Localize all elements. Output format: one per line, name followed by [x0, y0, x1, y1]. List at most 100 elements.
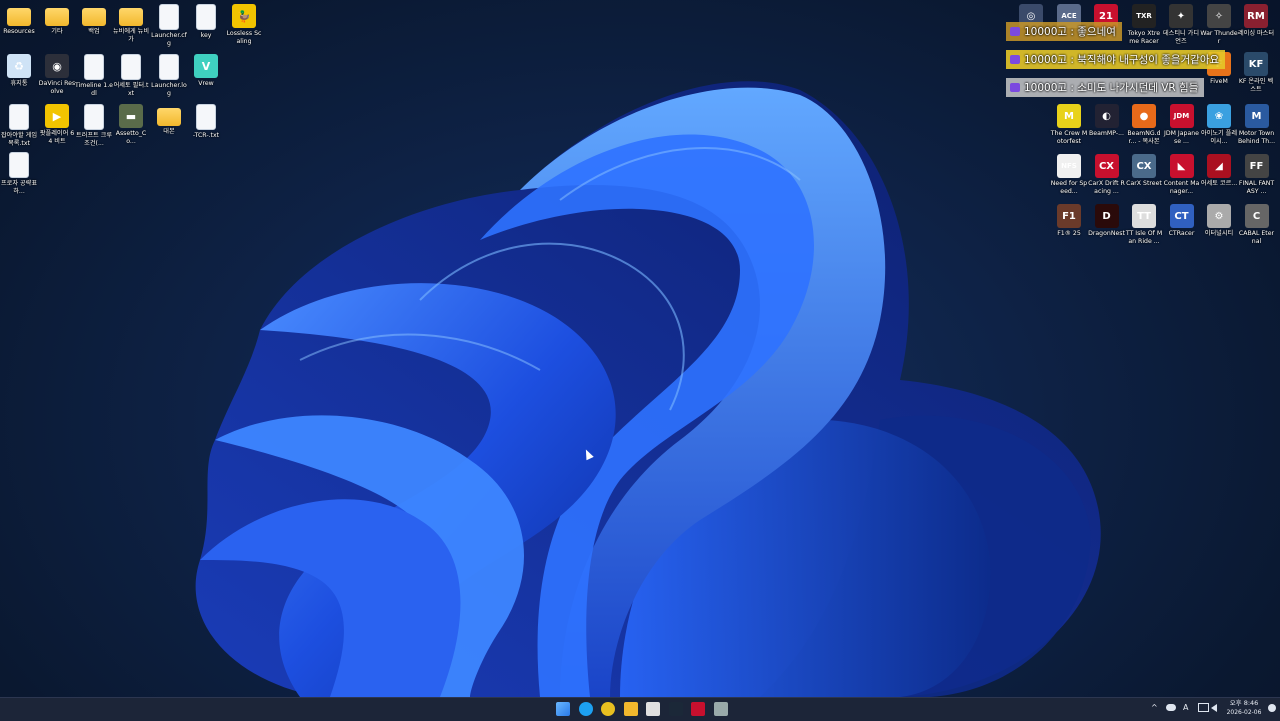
- desktop-icon-right-31[interactable]: C CABAL Eternal: [1238, 204, 1276, 245]
- app-icon: KF: [1244, 52, 1268, 76]
- notification-icon[interactable]: [1268, 704, 1276, 712]
- desktop-icon-right-28[interactable]: TT TT Isle Of Man Ride ...: [1125, 204, 1163, 245]
- clock[interactable]: 오후 8:46 2026-02-06: [1224, 699, 1264, 717]
- desktop-icon-right-30[interactable]: ⚙ 이터널시티: [1200, 204, 1238, 238]
- chat-message-text: 10000고 : 북직해야 내구성이 좋을거같아요: [1024, 54, 1220, 66]
- desktop-icon-right-27[interactable]: D DragonNest: [1088, 204, 1126, 238]
- steam-icon[interactable]: [668, 702, 683, 716]
- desktop-icon-label: 팟플레이어 64 비트: [39, 130, 75, 145]
- desktop-icon-right-19[interactable]: M Motor Town Behind Th...: [1238, 104, 1276, 145]
- desktop-icon-right-5[interactable]: ✧ War Thunder: [1200, 4, 1238, 45]
- start-button[interactable]: [556, 702, 570, 716]
- desktop-icon-4[interactable]: Launcher.cfg: [150, 4, 188, 47]
- taskbar: ^ A 오후 8:46 2026-02-06: [0, 697, 1280, 721]
- heart-icon: [1010, 83, 1020, 92]
- app-icon: ✧: [1207, 4, 1231, 28]
- desktop-icon-16[interactable]: ▬ Assetto_Co...: [112, 104, 150, 145]
- app-icon: RM: [1244, 4, 1268, 28]
- desktop-icon-right-25[interactable]: FF FINAL FANTASY ...: [1238, 154, 1276, 195]
- document-icon: [159, 4, 179, 30]
- input-language-indicator[interactable]: A: [1183, 703, 1188, 712]
- document-icon: [9, 152, 29, 178]
- desktop-icon-right-4[interactable]: ✦ 데스티니 가디언즈: [1162, 4, 1200, 45]
- desktop-icon-right-20[interactable]: NFS Need for Speed...: [1050, 154, 1088, 195]
- app-icon: ◐: [1094, 104, 1119, 128]
- heart-icon: [1010, 55, 1020, 64]
- desktop-icon-right-15[interactable]: ◐ BeamMP-...: [1088, 104, 1126, 138]
- desktop-icon-right-16[interactable]: ● BeamNG.dr... - 복사본: [1125, 104, 1163, 145]
- desktop-icon-label: War Thunder: [1200, 30, 1238, 45]
- desktop-icon-14[interactable]: ▶ 팟플레이어 64 비트: [38, 104, 76, 145]
- desktop-icon-label: BeamNG.dr... - 복사본: [1127, 130, 1161, 145]
- desktop-icon-8[interactable]: ◉ DaVinci Resolve: [38, 54, 76, 95]
- desktop-icon-label: 프로자 공략표 하...: [0, 180, 38, 195]
- app-icon: ◉: [45, 54, 69, 78]
- desktop-icon-right-14[interactable]: M The Crew Motorfest: [1050, 104, 1088, 145]
- folder-icon: [157, 108, 181, 126]
- app-gray-icon[interactable]: [713, 702, 728, 716]
- app-icon: CX: [1094, 154, 1119, 178]
- desktop-icon-right-3[interactable]: TXR Tokyo Xtreme Racer: [1125, 4, 1163, 45]
- desktop[interactable]: Resources 기타 백업 뉴비에게 뉴비가 Launcher.cfg key 🦆 Los…: [0, 0, 1280, 697]
- folder-icon: [45, 8, 69, 26]
- desktop-icon-2[interactable]: 백업: [75, 4, 113, 36]
- desktop-icon-label: CTRacer: [1168, 230, 1195, 237]
- desktop-icon-label: Content Manager...: [1163, 180, 1200, 195]
- desktop-icon-label: KF 온라인 벡스트: [1238, 78, 1274, 93]
- app-red-icon[interactable]: [691, 702, 705, 716]
- app-icon: TT: [1132, 204, 1156, 228]
- document-icon: [84, 104, 104, 130]
- desktop-icon-0[interactable]: Resources: [0, 4, 38, 36]
- store-icon[interactable]: [646, 702, 660, 716]
- file-explorer-icon[interactable]: [623, 702, 638, 716]
- document-icon: [9, 104, 29, 130]
- desktop-icon-label: Resources: [3, 28, 35, 35]
- onedrive-icon[interactable]: [1166, 704, 1176, 711]
- desktop-icon-7[interactable]: ♻ 휴지통: [0, 54, 38, 88]
- desktop-icon-13[interactable]: 잡아야할 게임 목록.txt: [0, 104, 38, 147]
- tray-overflow-chevron-icon[interactable]: ^: [1151, 703, 1158, 712]
- desktop-icon-label: BeamMP-...: [1089, 130, 1124, 137]
- chrome-icon[interactable]: [601, 702, 615, 716]
- app-icon: JDM: [1169, 104, 1194, 128]
- desktop-icon-right-18[interactable]: ❀ 아이노기 플레이시...: [1200, 104, 1238, 145]
- app-icon: C: [1244, 204, 1269, 228]
- desktop-icon-3[interactable]: 뉴비에게 뉴비가: [112, 4, 150, 43]
- app-icon: ⚙: [1207, 204, 1231, 228]
- desktop-icon-right-17[interactable]: JDM JDM Japanese ...: [1163, 104, 1201, 145]
- app-icon: F1: [1057, 204, 1081, 228]
- network-icon[interactable]: [1198, 703, 1209, 712]
- desktop-icon-label: JDM Japanese ...: [1164, 130, 1199, 145]
- desktop-icon-right-24[interactable]: ◢ 어세토 코르...: [1200, 154, 1238, 188]
- desktop-icon-right-21[interactable]: CX CarX Drift Racing ...: [1088, 154, 1126, 195]
- desktop-icon-17[interactable]: 대본: [150, 104, 188, 136]
- desktop-icon-label: The Crew Motorfest: [1050, 130, 1088, 145]
- edge-icon[interactable]: [578, 702, 593, 716]
- desktop-icon-label: CarX Drift Racing ...: [1088, 180, 1125, 195]
- document-icon: [196, 104, 216, 130]
- desktop-icon-right-29[interactable]: CT CTRacer: [1163, 204, 1201, 238]
- desktop-icon-18[interactable]: -TCR-.txt: [187, 104, 225, 140]
- chat-message-1: 10000고 : 좋으네여: [1006, 22, 1122, 41]
- desktop-icon-right-6[interactable]: RM 레이싱 마스터: [1237, 4, 1275, 38]
- app-icon: CT: [1169, 204, 1194, 228]
- desktop-icon-10[interactable]: 어세토 필터.txt: [112, 54, 150, 97]
- desktop-icon-label: 백업: [88, 28, 100, 35]
- document-icon: [121, 54, 141, 80]
- desktop-icon-right-13[interactable]: KF KF 온라인 벡스트: [1237, 52, 1275, 93]
- desktop-icon-15[interactable]: 트러프트 크루 조건(...: [75, 104, 113, 147]
- desktop-icon-right-23[interactable]: ◣ Content Manager...: [1163, 154, 1201, 195]
- desktop-icon-19[interactable]: 프로자 공략표 하...: [0, 152, 38, 195]
- desktop-icon-6[interactable]: 🦆 Lossless Scaling: [225, 4, 263, 45]
- desktop-icon-12[interactable]: V Vrew: [187, 54, 225, 88]
- volume-icon[interactable]: [1211, 704, 1217, 712]
- desktop-icon-right-26[interactable]: F1 F1® 25: [1050, 204, 1088, 238]
- desktop-icon-label: Motor Town Behind Th...: [1237, 130, 1276, 145]
- desktop-icon-right-22[interactable]: CX CarX Street: [1125, 154, 1163, 188]
- desktop-icon-11[interactable]: Launcher.log: [150, 54, 188, 97]
- desktop-icon-9[interactable]: Timeline 1.edl: [75, 54, 113, 97]
- desktop-icon-5[interactable]: key: [187, 4, 225, 40]
- desktop-icon-label: key: [200, 32, 212, 39]
- app-icon: ✦: [1169, 4, 1193, 28]
- desktop-icon-1[interactable]: 기타: [38, 4, 76, 36]
